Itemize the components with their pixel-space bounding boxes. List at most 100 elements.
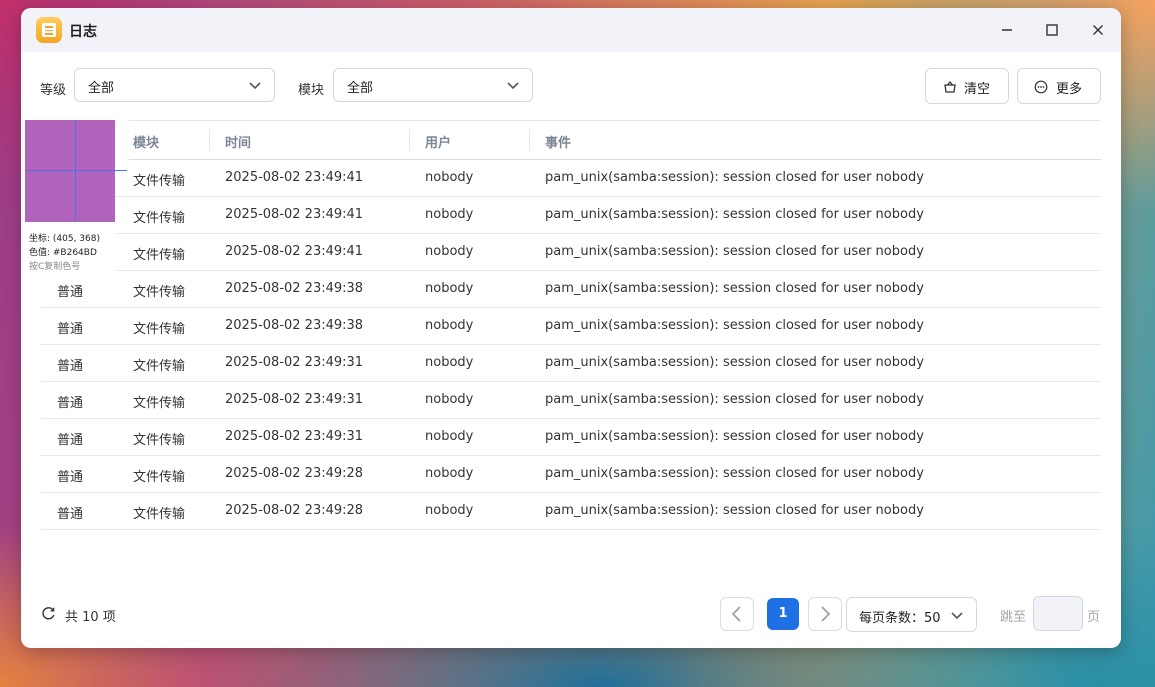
minimize-button[interactable] — [995, 18, 1019, 42]
chevron-down-icon — [507, 82, 519, 90]
module-filter-label: 模块 — [298, 83, 325, 98]
total-count: 共 10 项 — [65, 610, 116, 625]
cell-module: 文件传输 — [133, 470, 186, 485]
crosshair-horizontal — [25, 170, 127, 171]
cell-time: 2025-08-02 23:49:41 — [225, 207, 364, 222]
crosshair-vertical — [75, 120, 76, 222]
window-title: 日志 — [69, 24, 97, 40]
cell-event: pam_unix(samba:session): session closed … — [545, 281, 924, 296]
column-header-time[interactable]: 时间 — [225, 132, 251, 151]
cell-level: 普通 — [57, 359, 84, 374]
cell-user: nobody — [425, 281, 474, 296]
table-row[interactable]: 普通 文件传输 2025-08-02 23:49:31 nobody pam_u… — [41, 418, 1101, 456]
cell-event: pam_unix(samba:session): session closed … — [545, 244, 924, 259]
page-size-value: 每页条数：50 — [859, 611, 941, 626]
prev-page-button[interactable] — [720, 597, 754, 631]
cell-module: 文件传输 — [133, 396, 186, 411]
cell-time: 2025-08-02 23:49:38 — [225, 318, 364, 333]
table-row[interactable]: 普通 文件传输 2025-08-02 23:49:28 nobody pam_u… — [41, 492, 1101, 530]
close-icon — [1093, 25, 1103, 35]
close-button[interactable] — [1086, 18, 1110, 42]
minimize-icon — [1002, 29, 1012, 31]
cell-user: nobody — [425, 170, 474, 185]
table-row[interactable]: 普通 文件传输 2025-08-02 23:49:28 nobody pam_u… — [41, 455, 1101, 493]
cell-time: 2025-08-02 23:49:31 — [225, 355, 364, 370]
cell-event: pam_unix(samba:session): session closed … — [545, 392, 924, 407]
cell-user: nobody — [425, 355, 474, 370]
cell-module: 文件传输 — [133, 285, 186, 300]
module-select[interactable]: 全部 — [333, 68, 533, 102]
cell-event: pam_unix(samba:session): session closed … — [545, 318, 924, 333]
cell-user: nobody — [425, 429, 474, 444]
cell-user: nobody — [425, 503, 474, 518]
clear-button-label: 清空 — [964, 82, 991, 97]
picker-color-value: 色值: #B264BD — [29, 248, 97, 258]
cell-user: nobody — [425, 466, 474, 481]
chevron-left-icon — [731, 606, 741, 622]
table-row[interactable]: 普通 文件传输 2025-08-02 23:49:38 nobody pam_u… — [41, 270, 1101, 308]
maximize-icon — [1046, 24, 1058, 36]
log-app-icon — [36, 17, 62, 43]
cell-event: pam_unix(samba:session): session closed … — [545, 207, 924, 222]
cell-time: 2025-08-02 23:49:28 — [225, 466, 364, 481]
cell-level: 普通 — [57, 285, 84, 300]
cell-level: 普通 — [57, 396, 84, 411]
cell-time: 2025-08-02 23:49:31 — [225, 429, 364, 444]
cell-user: nobody — [425, 244, 474, 259]
level-filter-label: 等级 — [40, 83, 67, 98]
cell-level: 普通 — [57, 507, 84, 522]
cell-time: 2025-08-02 23:49:38 — [225, 281, 364, 296]
color-swatch — [25, 120, 115, 222]
color-picker-overlay: 坐标: (405, 368) 色值: #B264BD 按C复制色号 — [25, 120, 127, 275]
maximize-button[interactable] — [1040, 18, 1064, 42]
page-button-1[interactable]: 1 — [767, 598, 799, 630]
jump-page-input[interactable] — [1033, 596, 1083, 631]
table-row[interactable]: 普通 文件传输 2025-08-02 23:49:31 nobody pam_u… — [41, 344, 1101, 382]
level-select[interactable]: 全部 — [74, 68, 275, 102]
cell-time: 2025-08-02 23:49:31 — [225, 392, 364, 407]
picker-coords: 坐标: (405, 368) — [29, 234, 100, 244]
cell-user: nobody — [425, 392, 474, 407]
column-header-user[interactable]: 用户 — [425, 132, 451, 151]
title-bar: 日志 — [21, 8, 1121, 52]
cell-module: 文件传输 — [133, 322, 186, 337]
cell-level: 普通 — [57, 322, 84, 337]
column-header-module[interactable]: 模块 — [133, 132, 159, 151]
next-page-button[interactable] — [808, 597, 842, 631]
chevron-down-icon — [249, 82, 261, 90]
cell-event: pam_unix(samba:session): session closed … — [545, 170, 924, 185]
table-row[interactable]: 文件传输 2025-08-02 23:49:41 nobody pam_unix… — [41, 233, 1101, 271]
cell-time: 2025-08-02 23:49:41 — [225, 244, 364, 259]
table-row[interactable]: 文件传输 2025-08-02 23:49:41 nobody pam_unix… — [41, 159, 1101, 197]
clear-button[interactable]: 清空 — [925, 68, 1009, 104]
refresh-icon[interactable] — [41, 606, 56, 621]
cell-event: pam_unix(samba:session): session closed … — [545, 429, 924, 444]
module-select-value: 全部 — [347, 81, 374, 96]
cell-module: 文件传输 — [133, 359, 186, 374]
table-row[interactable]: 文件传输 2025-08-02 23:49:41 nobody pam_unix… — [41, 196, 1101, 234]
table-header: 模块 时间 用户 事件 — [129, 120, 1101, 160]
more-button[interactable]: 更多 — [1017, 68, 1101, 104]
cell-time: 2025-08-02 23:49:41 — [225, 170, 364, 185]
table-row[interactable]: 普通 文件传输 2025-08-02 23:49:31 nobody pam_u… — [41, 381, 1101, 419]
jump-label: 跳至 — [1000, 610, 1027, 625]
more-button-label: 更多 — [1056, 82, 1083, 97]
page-size-select[interactable]: 每页条数：50 — [846, 597, 977, 632]
cell-module: 文件传输 — [133, 248, 186, 263]
cell-level: 普通 — [57, 433, 84, 448]
chevron-down-icon — [951, 612, 963, 620]
cell-module: 文件传输 — [133, 507, 186, 522]
basket-icon — [944, 80, 956, 93]
picker-hint: 按C复制色号 — [29, 262, 81, 272]
cell-event: pam_unix(samba:session): session closed … — [545, 466, 924, 481]
chevron-right-icon — [821, 606, 831, 622]
cell-event: pam_unix(samba:session): session closed … — [545, 503, 924, 518]
column-header-event[interactable]: 事件 — [545, 132, 571, 151]
more-circle-icon — [1034, 80, 1048, 94]
cell-user: nobody — [425, 318, 474, 333]
cell-user: nobody — [425, 207, 474, 222]
log-window: 日志 等级 全部 模块 全部 清空 更多 模块 时间 用户 事件 文件传输 20… — [21, 8, 1121, 648]
cell-module: 文件传输 — [133, 211, 186, 226]
table-row[interactable]: 普通 文件传输 2025-08-02 23:49:38 nobody pam_u… — [41, 307, 1101, 345]
cell-level: 普通 — [57, 470, 84, 485]
